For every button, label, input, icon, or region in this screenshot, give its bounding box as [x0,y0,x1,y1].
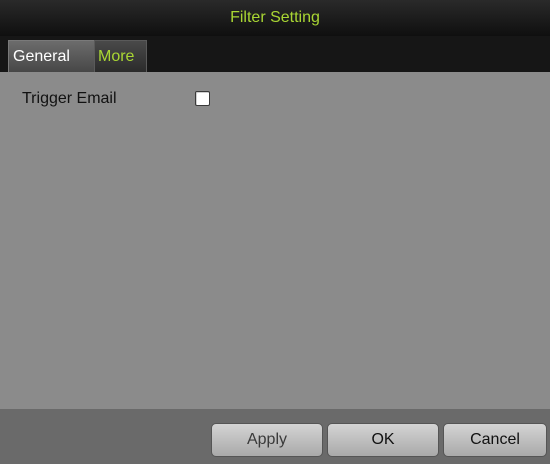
filter-setting-dialog: Filter Setting General More Trigger Emai… [0,0,550,464]
apply-button[interactable]: Apply [211,423,323,457]
tab-more[interactable]: More [94,40,147,72]
tab-general[interactable]: General [8,40,95,72]
cancel-button[interactable]: Cancel [443,423,547,457]
dialog-title: Filter Setting [0,0,550,36]
tab-strip: General More [0,36,550,72]
trigger-email-label: Trigger Email [22,90,117,107]
button-bar: Apply OK Cancel [0,409,550,464]
ok-button[interactable]: OK [327,423,439,457]
settings-panel: Trigger Email [0,72,550,409]
trigger-email-checkbox[interactable] [195,91,210,106]
